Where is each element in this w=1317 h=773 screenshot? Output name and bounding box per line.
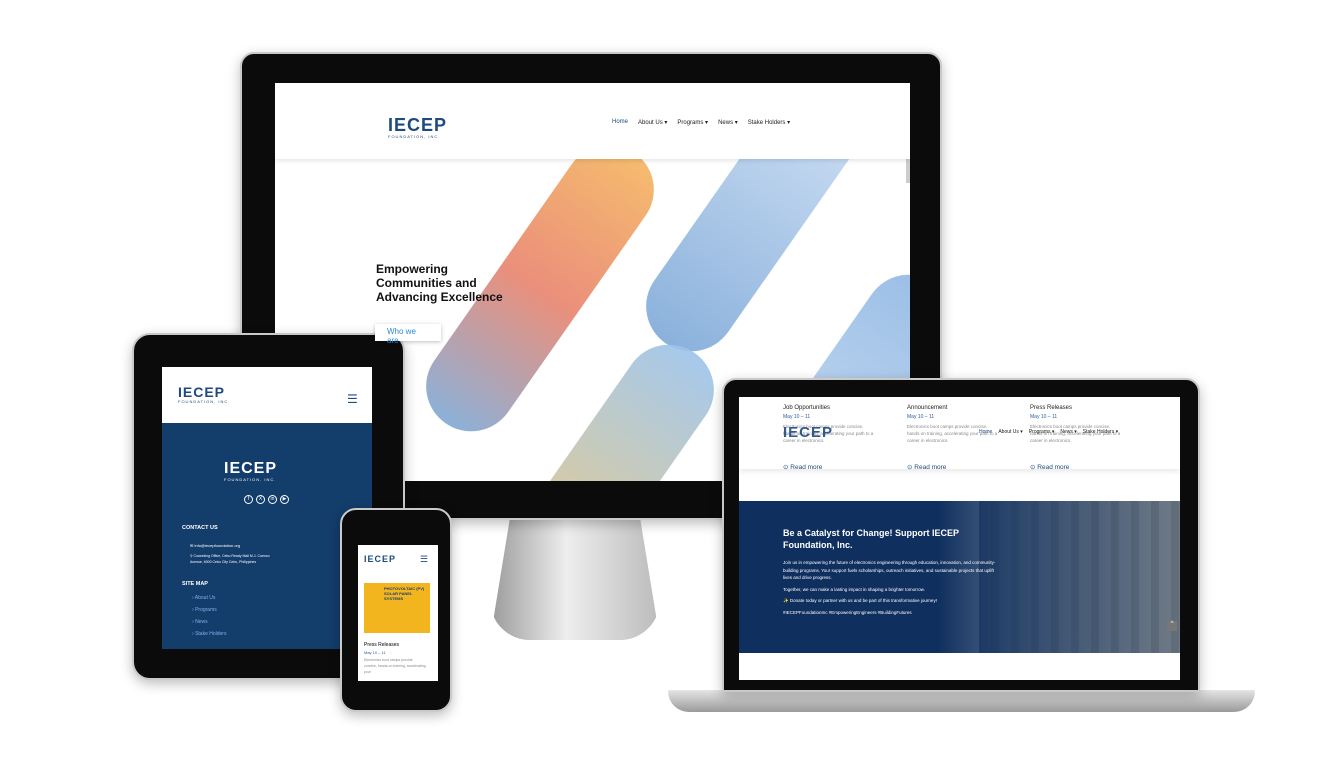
hamburger-icon[interactable]: ☰ [347, 392, 358, 406]
phone-card-date: May 10 – 11 [364, 650, 386, 655]
read-more-link[interactable]: ⊙ Read more [1030, 463, 1125, 471]
logo-sub: FOUNDATION, INC. [178, 399, 231, 404]
cta-title: Be a Catalyst for Change! Support IECEP … [783, 528, 959, 550]
logo-text: IECEP [178, 384, 226, 400]
laptop-base [668, 690, 1255, 712]
cta-donate: ✨ Donate today or partner with us and be… [783, 597, 937, 603]
nav-about[interactable]: About Us ▾ [638, 119, 667, 126]
sitemap-list: › About Us › Programs › News › Stake Hol… [162, 589, 226, 637]
hero-line: Communities and [376, 276, 477, 290]
card-title: Job Opportunities [783, 405, 831, 411]
sitemap-link[interactable]: › Stake Holders [192, 631, 226, 637]
nav-stakeholders[interactable]: Stake Holders ▾ [1083, 429, 1118, 435]
card-title: Press Releases [1030, 405, 1073, 411]
team-photo [979, 501, 1180, 653]
laptop-screen: Job Opportunities May 10 – 11 Electronics … [739, 397, 1180, 680]
phone-card-text: Electronics boot camps provide concise, … [364, 658, 426, 674]
cta-donate-text: Donate today or partner with us and be p… [789, 597, 937, 603]
contact-email[interactable]: ✉ info@iecepfoundation.org [190, 543, 240, 548]
card-date: May 10 – 11 [783, 414, 811, 420]
nav-programs[interactable]: Programs ▾ [1029, 429, 1055, 435]
nav-programs[interactable]: Programs ▾ [677, 119, 708, 126]
nav-about[interactable]: About Us ▾ [998, 429, 1022, 435]
address-text: Coworking Office, Cebu Ready Mall M.J. C… [190, 554, 270, 564]
link-label: Read more [914, 463, 947, 471]
read-more-link[interactable]: ⊙ Read more [907, 463, 1002, 471]
contact-heading: CONTACT US [182, 525, 218, 531]
laptop: Job Opportunities May 10 – 11 Electronics … [722, 378, 1200, 692]
site-logo[interactable]: IECEP FOUNDATION, INC. [178, 385, 230, 404]
contact-address: ⚲ Coworking Office, Cebu Ready Mall M.J.… [190, 554, 280, 565]
site-logo[interactable]: IECEP FOUNDATION, INC. [388, 116, 447, 139]
card-title: Announcement [907, 405, 948, 411]
logo-text: IECEP [364, 554, 397, 564]
facebook-icon[interactable]: f [244, 495, 253, 504]
cta-paragraph: Together, we can make a lasting impact i… [783, 586, 925, 592]
link-label: Programs [195, 607, 217, 613]
nav-home[interactable]: Home [979, 429, 992, 435]
cta-hashtags: #IECEPFoundationInc #EmpoweringEngineers… [783, 609, 912, 615]
sitemap-heading: SITE MAP [182, 581, 208, 587]
nav-news[interactable]: News ▾ [1060, 429, 1076, 435]
site-logo[interactable]: IECEP [783, 425, 833, 440]
hero-title: Empowering Communities and Advancing Excel… [376, 262, 503, 304]
link-label: Stake Holders [195, 631, 227, 637]
main-nav: Home About Us ▾ Programs ▾ News ▾ Stake Hold… [979, 429, 1118, 435]
nav-news[interactable]: News ▾ [718, 119, 738, 126]
logo-text: IECEP [224, 460, 278, 477]
linkedin-icon[interactable]: in [268, 495, 277, 504]
logo-sub: FOUNDATION, INC. [224, 477, 277, 482]
phone-card-title: Press Releases [364, 642, 400, 648]
social-icons: f Xin ▶ [244, 495, 289, 504]
nav-stakeholders[interactable]: Stake Holders ▾ [748, 119, 790, 126]
sitemap-link[interactable]: › Programs [192, 607, 226, 613]
sitemap-link[interactable]: › News [192, 619, 226, 625]
phone-screen: IECEP ☰ PHOTOVOLTAIC (PV) SOLAR PANEL SY… [358, 545, 438, 681]
logo-text: IECEP [388, 115, 448, 135]
logo-text: IECEP [783, 424, 834, 441]
hamburger-icon[interactable]: ☰ [420, 554, 428, 565]
sitemap-link[interactable]: › About Us [192, 595, 226, 601]
youtube-icon[interactable]: ▶ [280, 495, 289, 504]
cta-banner: Be a Catalyst for Change! Support IECEP … [739, 501, 1180, 653]
logo-sub: FOUNDATION, INC. [388, 134, 441, 139]
card-date: May 10 – 11 [1030, 414, 1058, 420]
hero-line: Empowering [376, 262, 449, 276]
news-card: Announcement May 10 – 11 Electronics boot … [907, 405, 1002, 471]
email-text: info@iecepfoundation.org [194, 543, 241, 548]
link-label: Read more [790, 463, 823, 471]
news-card: Press Releases May 10 – 11 Electronics boo… [1030, 405, 1125, 471]
scroll-top-button[interactable]: ^ [1167, 621, 1177, 631]
footer-logo: IECEP FOUNDATION, INC. [224, 460, 278, 483]
who-we-are-button[interactable]: Who we are [375, 324, 441, 345]
card-date: May 10 – 11 [907, 414, 935, 420]
desktop-stand [490, 515, 660, 640]
main-nav: Home About Us ▾ Programs ▾ News ▾ Stake Hold… [612, 119, 790, 126]
x-icon[interactable]: X [256, 495, 265, 504]
link-label: Read more [1037, 463, 1070, 471]
cta-paragraph: Join us in empowering the future of elec… [783, 560, 996, 581]
link-label: About Us [194, 595, 216, 601]
nav-home[interactable]: Home [612, 119, 628, 126]
read-more-link[interactable]: ⊙ Read more [783, 463, 878, 471]
site-logo[interactable]: IECEP [364, 555, 396, 564]
link-label: News [195, 619, 208, 625]
phone: IECEP ☰ PHOTOVOLTAIC (PV) SOLAR PANEL SY… [340, 508, 452, 712]
poster-image: PHOTOVOLTAIC (PV) SOLAR PANEL SYSTEMS [364, 583, 430, 633]
hero-line: Advancing Excellence [376, 290, 503, 304]
